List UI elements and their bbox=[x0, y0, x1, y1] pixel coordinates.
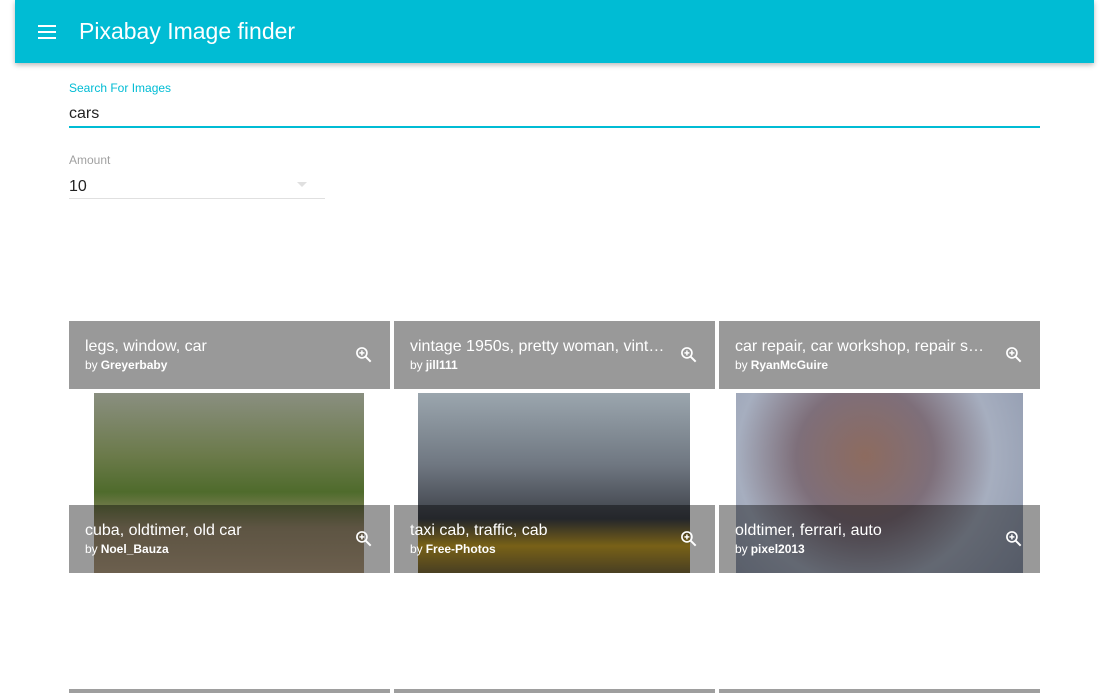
tile-title: car repair, car workshop, repair shop bbox=[735, 338, 990, 355]
zoom-in-icon bbox=[1006, 531, 1022, 547]
tile-by: by bbox=[85, 542, 98, 556]
tile-titlebar: taxi cab, traffic, cab by Free-Photos bbox=[394, 505, 715, 573]
menu-button[interactable] bbox=[15, 0, 79, 63]
tile-author: Greyerbaby bbox=[100, 358, 168, 372]
zoom-button[interactable] bbox=[340, 515, 388, 563]
tile-titlebar: cuba, oldtimer, old car by Noel_Bauza bbox=[69, 505, 390, 573]
tile-titlebar: legs, window, car by Greyerbaby bbox=[69, 321, 390, 389]
zoom-button[interactable] bbox=[990, 515, 1038, 563]
tile-author: jill111 bbox=[425, 358, 458, 372]
tile-by: by bbox=[735, 542, 748, 556]
tile-titlebar: oldtimer, ferrari, auto by pixel2013 bbox=[719, 505, 1040, 573]
tile-title: legs, window, car bbox=[85, 338, 207, 355]
zoom-button[interactable] bbox=[665, 515, 713, 563]
tile-title: vintage 1950s, pretty woman, vintage car bbox=[410, 338, 665, 355]
tile-by: by bbox=[410, 542, 423, 556]
zoom-button[interactable] bbox=[665, 331, 713, 379]
tile-author: Free-Photos bbox=[425, 542, 496, 556]
app-bar: Pixabay Image finder bbox=[15, 0, 1094, 63]
tile-author: RyanMcGuire bbox=[750, 358, 829, 372]
zoom-in-icon bbox=[356, 531, 372, 547]
zoom-in-icon bbox=[356, 347, 372, 363]
image-tile[interactable] bbox=[719, 689, 1040, 693]
zoom-button[interactable] bbox=[340, 331, 388, 379]
zoom-in-icon bbox=[1006, 347, 1022, 363]
zoom-button[interactable] bbox=[990, 331, 1038, 379]
menu-icon bbox=[38, 24, 56, 39]
tile-titlebar: car repair, car workshop, repair shop by… bbox=[719, 321, 1040, 389]
tile-by: by bbox=[410, 358, 423, 372]
tile-author: Noel_Bauza bbox=[100, 542, 169, 556]
zoom-in-icon bbox=[681, 347, 697, 363]
tile-title: cuba, oldtimer, old car bbox=[85, 522, 242, 539]
image-tile[interactable] bbox=[69, 689, 390, 693]
tile-author: pixel2013 bbox=[750, 542, 805, 556]
app-title: Pixabay Image finder bbox=[79, 18, 296, 44]
tile-by: by bbox=[735, 358, 748, 372]
image-tile[interactable]: legs, window, car by Greyerbaby cuba, old… bbox=[69, 321, 390, 573]
image-tile[interactable] bbox=[394, 689, 715, 693]
image-tile[interactable]: car repair, car workshop, repair shop by… bbox=[719, 321, 1040, 573]
tile-titlebar: vintage 1950s, pretty woman, vintage car… bbox=[394, 321, 715, 389]
zoom-in-icon bbox=[681, 531, 697, 547]
image-grid: legs, window, car by Greyerbaby cuba, old… bbox=[0, 0, 1110, 693]
tile-title: oldtimer, ferrari, auto bbox=[735, 522, 882, 539]
tile-title: taxi cab, traffic, cab bbox=[410, 522, 548, 539]
tile-by: by bbox=[85, 358, 98, 372]
image-tile[interactable]: vintage 1950s, pretty woman, vintage car… bbox=[394, 321, 715, 573]
